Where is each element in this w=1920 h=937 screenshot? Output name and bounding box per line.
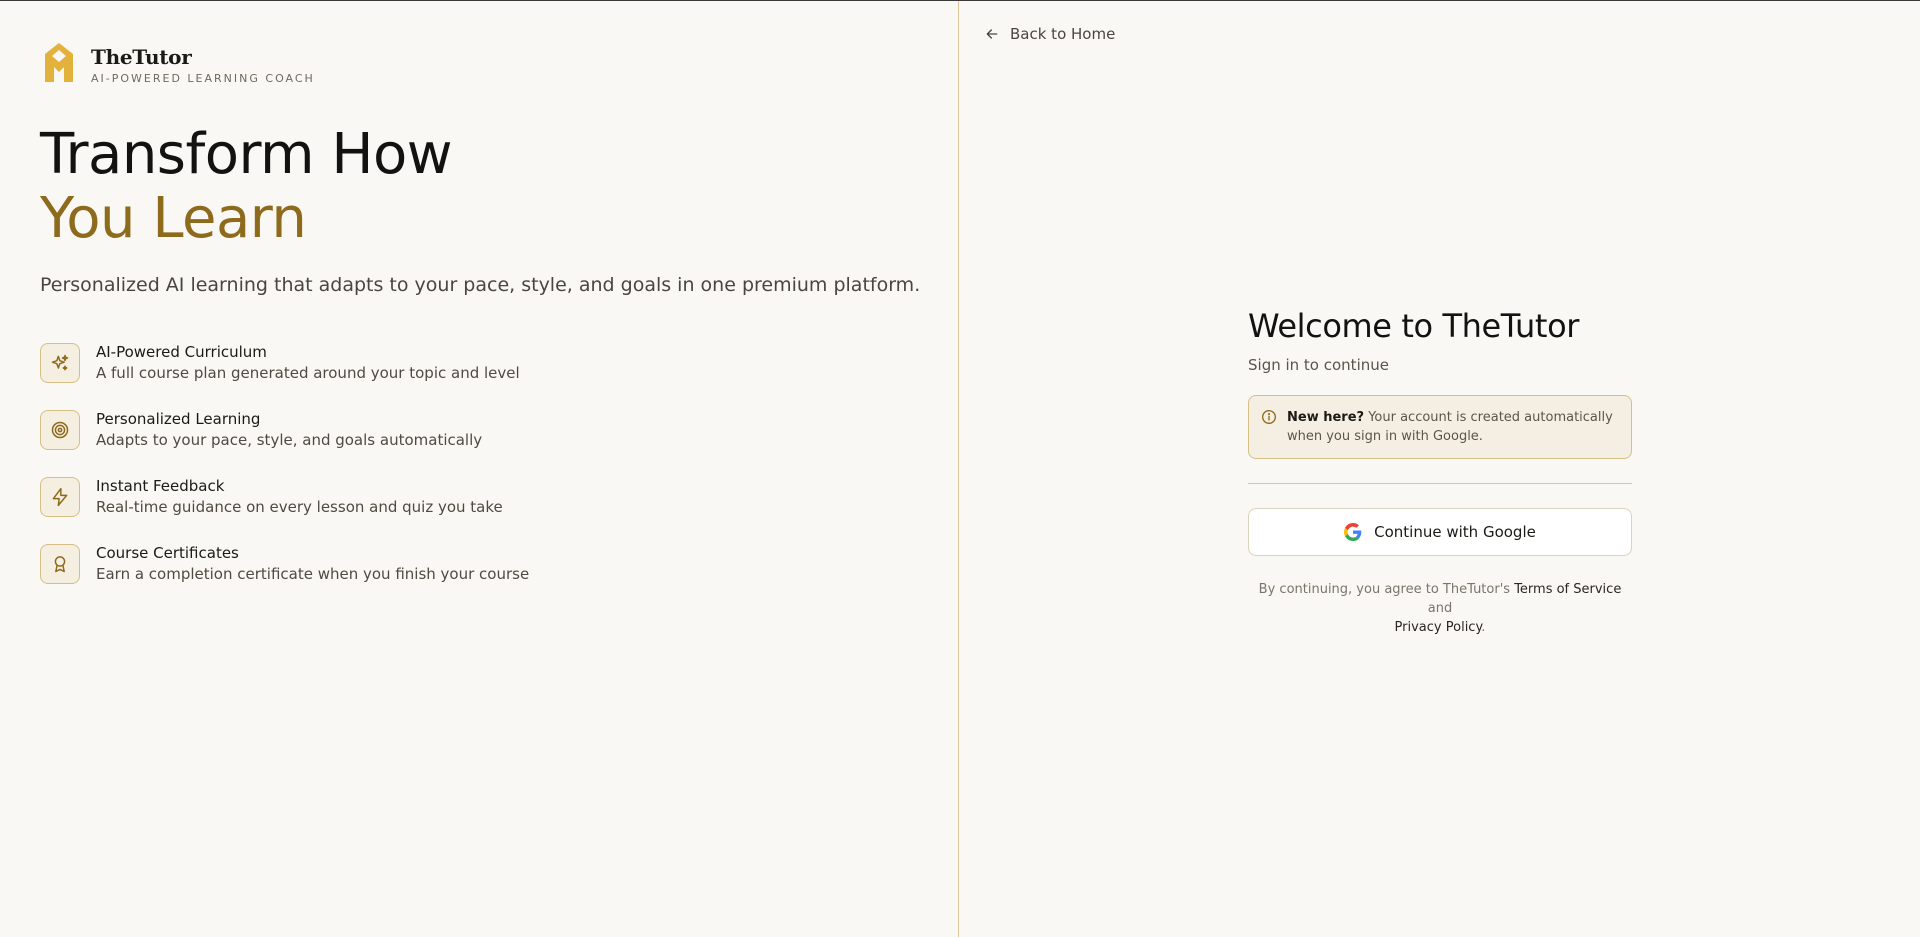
- sign-in-card: Welcome to TheTutor Sign in to continue …: [1248, 306, 1632, 637]
- feature-description: Earn a completion certificate when you f…: [96, 565, 530, 583]
- hero-subtitle: Personalized AI learning that adapts to …: [40, 274, 921, 296]
- feature-item: Instant Feedback Real-time guidance on e…: [40, 477, 529, 544]
- marketing-panel: TheTutor AI-POWERED LEARNING COACH Trans…: [0, 1, 959, 937]
- google-icon: [1344, 523, 1362, 541]
- brand-name: TheTutor: [91, 45, 192, 69]
- thetutor-logo-icon: [45, 43, 73, 82]
- feature-list: AI-Powered Curriculum A full course plan…: [40, 343, 529, 611]
- sign-in-title: Welcome to TheTutor: [1248, 307, 1580, 345]
- arrow-left-icon: [986, 29, 998, 39]
- legal-text: By continuing, you agree to TheTutor's T…: [1248, 580, 1632, 637]
- info-icon: [1262, 410, 1276, 424]
- brand-text: TheTutor AI-POWERED LEARNING COACH: [91, 42, 315, 85]
- new-user-notice: New here? Your account is created automa…: [1248, 395, 1632, 459]
- feature-title: AI-Powered Curriculum: [96, 343, 267, 361]
- brand-tagline: AI-POWERED LEARNING COACH: [91, 72, 315, 85]
- hero-line-1: Transform How: [40, 122, 453, 187]
- feature-description: A full course plan generated around your…: [96, 364, 520, 382]
- hero-line-2: You Learn: [40, 186, 307, 251]
- google-button-label: Continue with Google: [1374, 523, 1536, 541]
- award-icon: [40, 544, 80, 584]
- lightning-icon: [40, 477, 80, 517]
- feature-item: Personalized Learning Adapts to your pac…: [40, 410, 529, 477]
- back-to-home-link[interactable]: Back to Home: [984, 25, 1115, 43]
- legal-prefix: By continuing, you agree to TheTutor's: [1258, 582, 1515, 597]
- sparkles-icon: [40, 343, 80, 383]
- target-icon: [40, 410, 80, 450]
- back-to-home-label: Back to Home: [1010, 25, 1116, 43]
- continue-with-google-button[interactable]: Continue with Google: [1248, 508, 1632, 556]
- notice-strong: New here?: [1287, 410, 1365, 425]
- sign-in-subtitle: Sign in to continue: [1248, 356, 1389, 374]
- divider: [1248, 483, 1632, 484]
- brand[interactable]: TheTutor AI-POWERED LEARNING COACH: [43, 42, 315, 85]
- hero-heading: Transform How You Learn: [40, 122, 453, 251]
- legal-suffix: .: [1481, 620, 1486, 635]
- privacy-policy-link[interactable]: Privacy Policy: [1395, 620, 1482, 635]
- feature-title: Course Certificates: [96, 544, 239, 562]
- feature-description: Real-time guidance on every lesson and q…: [96, 498, 503, 516]
- feature-title: Instant Feedback: [96, 477, 225, 495]
- legal-middle: and: [1427, 601, 1453, 616]
- terms-of-service-link[interactable]: Terms of Service: [1514, 582, 1621, 597]
- feature-title: Personalized Learning: [96, 410, 261, 428]
- feature-item: AI-Powered Curriculum A full course plan…: [40, 343, 529, 410]
- feature-description: Adapts to your pace, style, and goals au…: [96, 431, 483, 449]
- notice-text: New here? Your account is created automa…: [1287, 408, 1619, 446]
- feature-item: Course Certificates Earn a completion ce…: [40, 544, 529, 611]
